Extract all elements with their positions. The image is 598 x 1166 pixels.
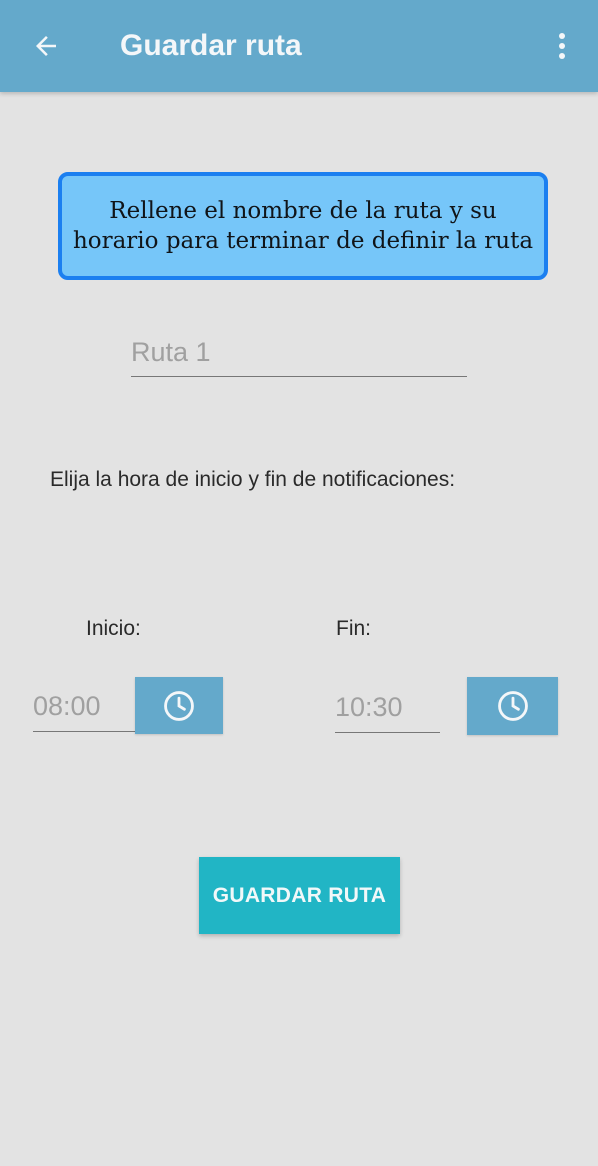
end-time-label: Fin: xyxy=(336,617,372,640)
save-route-button[interactable]: GUARDAR RUTA xyxy=(199,857,400,934)
notifications-instructions: Elija la hora de inicio y fin de notific… xyxy=(50,468,456,491)
end-time-picker-button[interactable] xyxy=(467,677,558,735)
start-time-input[interactable] xyxy=(33,686,136,732)
back-button[interactable] xyxy=(22,24,70,68)
more-vertical-icon xyxy=(559,33,565,59)
page-title: Guardar ruta xyxy=(120,29,302,62)
info-message-box: Rellene el nombre de la ruta y su horari… xyxy=(58,172,548,280)
end-time-input[interactable] xyxy=(335,687,440,733)
clock-icon xyxy=(164,690,194,721)
start-time-picker-button[interactable] xyxy=(135,677,223,734)
arrow-left-icon xyxy=(36,36,56,56)
start-time-label: Inicio: xyxy=(86,617,141,640)
app-bar: Guardar ruta xyxy=(0,0,598,92)
info-message-text: Rellene el nombre de la ruta y su horari… xyxy=(72,198,534,254)
route-name-input[interactable] xyxy=(131,333,467,377)
clock-icon xyxy=(497,691,528,721)
overflow-menu-button[interactable] xyxy=(540,24,584,68)
